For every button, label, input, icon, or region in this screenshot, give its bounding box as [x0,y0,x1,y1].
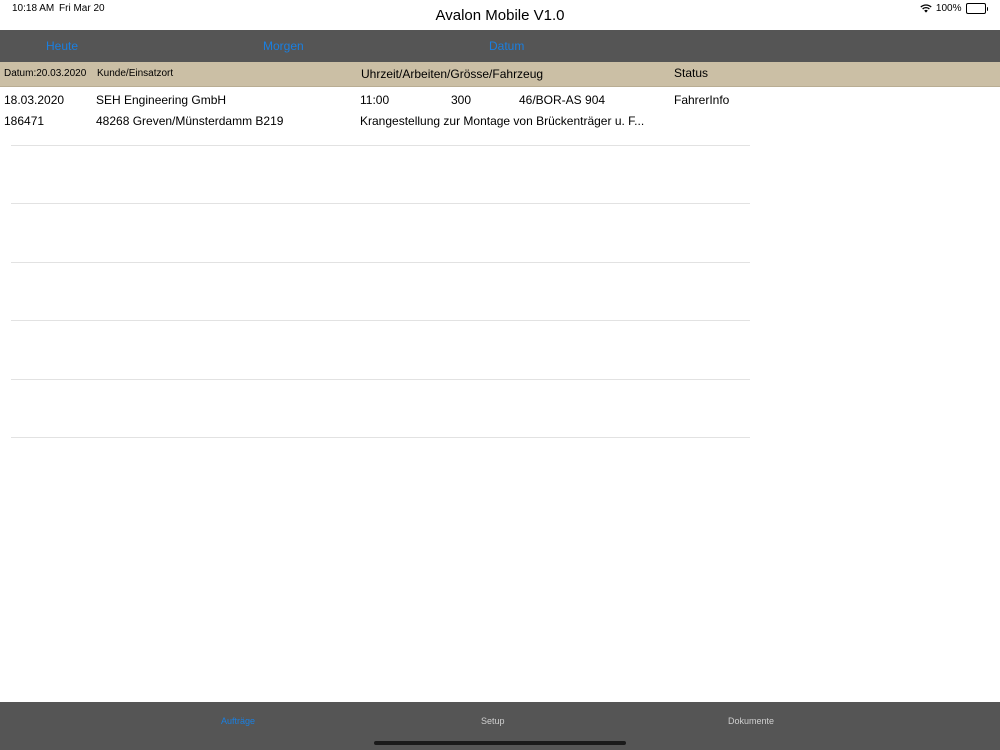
heute-button[interactable]: Heute [46,39,78,53]
app-title: Avalon Mobile V1.0 [435,7,565,24]
datum-button[interactable]: Datum [489,39,524,53]
order-time: 11:00 [360,93,390,107]
order-vehicle: 46/BOR-AS 904 [519,93,606,107]
order-status[interactable]: FahrerInfo [674,93,729,107]
morgen-button[interactable]: Morgen [263,39,304,53]
tab-dokumente[interactable]: Dokumente [728,716,774,726]
table-row[interactable]: 18.03.2020 SEH Engineering GmbH 11:00 30… [0,88,760,144]
order-location: 48268 Greven/Münsterdamm B219 [96,114,284,128]
row-separator [11,379,750,380]
tab-setup[interactable]: Setup [481,716,505,726]
header-datum: Datum:20.03.2020 [4,68,87,79]
status-right-group: 100% [920,3,988,14]
row-separator [11,320,750,321]
row-separator [11,437,750,438]
row-separator [11,203,750,204]
order-customer: SEH Engineering GmbH [96,93,227,107]
row-separator [11,262,750,263]
order-number: 186471 [4,114,45,128]
battery-percent: 100% [935,3,962,14]
header-status: Status [674,66,709,80]
header-kunde: Kunde/Einsatzort [97,68,174,79]
battery-icon [965,3,988,14]
order-description: Krangestellung zur Montage von Brückentr… [360,114,645,128]
table-header: Datum:20.03.2020 Kunde/Einsatzort Uhrzei… [0,62,1000,87]
order-work: 300 [451,93,472,107]
date-filter-bar: Heute Morgen Datum [0,30,1000,62]
row-separator [11,145,750,146]
header-uhrzeit: Uhrzeit/Arbeiten/Grösse/Fahrzeug [361,67,544,81]
tab-bar: Aufträge Setup Dokumente [0,702,1000,750]
home-indicator[interactable] [374,741,626,745]
tab-auftraege[interactable]: Aufträge [221,716,255,726]
status-bar: 10:18 AM Fri Mar 20 Avalon Mobile V1.0 1… [0,0,1000,31]
wifi-icon [920,4,932,13]
order-date: 18.03.2020 [4,93,65,107]
